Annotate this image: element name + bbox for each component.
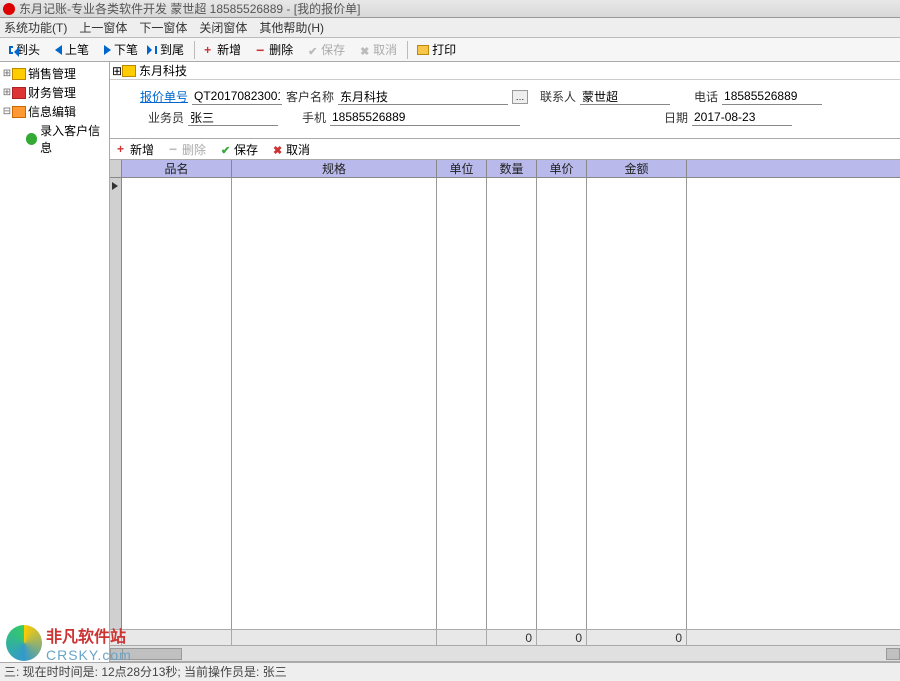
menu-help[interactable]: 其他帮助(H) (259, 19, 324, 36)
grid-toolbar: +新增 −删除 ✔保存 ✖取消 (110, 138, 900, 160)
cust-input[interactable] (338, 89, 508, 105)
cross-icon: ✖ (273, 144, 283, 154)
window-titlebar: 东月记账-专业各类软件开发 蒙世超 18585526889 - [我的报价单] (0, 0, 900, 18)
grid-delete-button[interactable]: −删除 (162, 138, 213, 160)
cross-icon: ✖ (360, 45, 370, 55)
delete-button[interactable]: −删除 (249, 39, 300, 61)
printer-icon (417, 45, 429, 55)
quote-form: 报价单号 客户名称 … 联系人 电话 业务员 手机 日期 (110, 80, 900, 134)
footer-qty: 0 (487, 630, 537, 645)
check-icon: ✔ (221, 144, 231, 154)
date-label: 日期 (644, 109, 688, 126)
sidebar-item-info[interactable]: ⊟信息编辑 (0, 102, 109, 121)
col-header-qty[interactable]: 数量 (487, 160, 537, 177)
print-button[interactable]: 打印 (410, 39, 463, 61)
main-toolbar: 到头 上笔 下笔 到尾 +新增 −删除 ✔保存 ✖取消 打印 (0, 38, 900, 62)
save-button[interactable]: ✔保存 (301, 39, 352, 61)
col-header-name[interactable]: 品名 (122, 160, 232, 177)
expand-icon: ⊞ (2, 87, 12, 98)
sales-input[interactable] (188, 110, 278, 126)
nav-next-button[interactable]: 下笔 (97, 39, 145, 61)
prev-icon (55, 45, 62, 55)
footer-price: 0 (537, 630, 587, 645)
date-input[interactable] (692, 110, 792, 126)
nav-first-button[interactable]: 到头 (2, 39, 47, 61)
cust-lookup-button[interactable]: … (512, 90, 528, 104)
grid-cancel-button[interactable]: ✖取消 (266, 138, 317, 160)
col-header-amount[interactable]: 金额 (587, 160, 687, 177)
contact-input[interactable] (580, 89, 670, 105)
toolbar-sep (194, 41, 195, 59)
scroll-right-icon[interactable] (886, 648, 900, 660)
grid-indicator-col (110, 178, 122, 629)
sidebar-item-finance[interactable]: ⊞财务管理 (0, 83, 109, 102)
first-icon (9, 46, 13, 54)
menu-close-window[interactable]: 关闭窗体 (199, 19, 247, 36)
grid-body[interactable] (110, 178, 900, 629)
quote-no-input[interactable] (192, 89, 282, 105)
grid-col (587, 178, 687, 629)
current-row-icon (112, 182, 118, 190)
content-pane: ⊞ 东月科技 报价单号 客户名称 … 联系人 电话 业务员 手机 (110, 62, 900, 662)
cust-label: 客户名称 (286, 88, 334, 105)
sidebar-item-customer-entry[interactable]: 录入客户信息 (24, 121, 109, 157)
expand-icon: ⊞ (2, 68, 12, 79)
contact-label: 联系人 (532, 88, 576, 105)
app-icon (3, 3, 15, 15)
add-button[interactable]: +新增 (197, 39, 248, 61)
grid-col (437, 178, 487, 629)
grid-h-scrollbar[interactable] (110, 645, 900, 661)
next-icon (104, 45, 111, 55)
grid-header-row: 品名 规格 单位 数量 单价 金额 (110, 160, 900, 178)
leaf-icon (26, 133, 37, 145)
mobile-input[interactable] (330, 110, 520, 126)
footer-amount: 0 (587, 630, 687, 645)
menu-sys[interactable]: 系统功能(T) (4, 19, 67, 36)
col-header-price[interactable]: 单价 (537, 160, 587, 177)
grid-save-button[interactable]: ✔保存 (214, 138, 265, 160)
last-icon (153, 46, 157, 54)
grid-add-button[interactable]: +新增 (110, 138, 161, 160)
col-header-spec[interactable]: 规格 (232, 160, 437, 177)
detail-grid: 品名 规格 单位 数量 单价 金额 0 (110, 160, 900, 662)
grid-footer-row: 0 0 0 (110, 629, 900, 645)
col-header-unit[interactable]: 单位 (437, 160, 487, 177)
window-title: 东月记账-专业各类软件开发 蒙世超 18585526889 - [我的报价单] (19, 0, 360, 17)
folder-icon (12, 87, 26, 99)
menu-next-window[interactable]: 下一窗体 (139, 19, 187, 36)
toolbar-sep (407, 41, 408, 59)
content-tree-row[interactable]: ⊞ 东月科技 (110, 62, 900, 80)
mobile-label: 手机 (282, 109, 326, 126)
grid-col (122, 178, 232, 629)
minus-icon: − (169, 144, 179, 154)
check-icon: ✔ (308, 45, 318, 55)
grid-col (537, 178, 587, 629)
sales-label: 业务员 (140, 109, 184, 126)
grid-col (487, 178, 537, 629)
nav-prev-button[interactable]: 上笔 (48, 39, 96, 61)
collapse-icon: ⊟ (2, 106, 12, 117)
scroll-thumb[interactable] (122, 648, 182, 660)
nav-last-button[interactable]: 到尾 (146, 39, 191, 61)
sidebar-tree: ⊞销售管理 ⊞财务管理 ⊟信息编辑 录入客户信息 (0, 62, 110, 662)
grid-indicator-header (110, 160, 122, 177)
plus-icon: + (204, 45, 214, 55)
grid-col (232, 178, 437, 629)
expand-icon: ⊞ (112, 64, 122, 78)
phone-input[interactable] (722, 89, 822, 105)
cancel-button[interactable]: ✖取消 (353, 39, 404, 61)
menu-prev-window[interactable]: 上一窗体 (79, 19, 127, 36)
quote-no-label[interactable]: 报价单号 (140, 88, 188, 105)
menu-bar: 系统功能(T) 上一窗体 下一窗体 关闭窗体 其他帮助(H) (0, 18, 900, 38)
phone-label: 电话 (674, 88, 718, 105)
folder-icon (12, 68, 26, 80)
status-bar: 三: 现在时时间是: 12点28分13秒; 当前操作员是: 张三 (0, 662, 900, 680)
minus-icon: − (256, 45, 266, 55)
folder-icon (12, 106, 26, 118)
plus-icon: + (117, 144, 127, 154)
sidebar-item-sales[interactable]: ⊞销售管理 (0, 64, 109, 83)
folder-icon (122, 65, 136, 77)
status-text: 三: 现在时时间是: 12点28分13秒; 当前操作员是: 张三 (4, 663, 287, 680)
